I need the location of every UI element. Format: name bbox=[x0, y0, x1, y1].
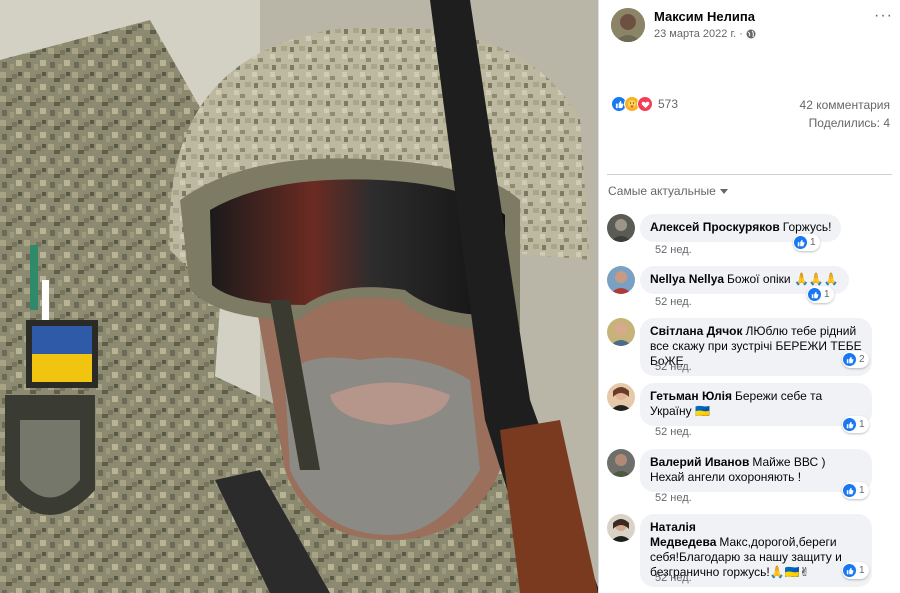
like-icon bbox=[794, 236, 807, 249]
post-header: Максим Нелипа 23 марта 2022 г. · ··· bbox=[611, 8, 893, 42]
comment-reaction-count: 1 bbox=[859, 565, 865, 576]
comment-reaction-count: 1 bbox=[824, 289, 830, 300]
comment-time[interactable]: 52 нед. bbox=[655, 572, 692, 584]
reactions-summary[interactable]: 573 bbox=[611, 96, 678, 112]
comment-author[interactable]: Nellya Nellya bbox=[650, 272, 724, 286]
comment-bubble[interactable]: Валерий Иванов Майже ВВС ) Нехай ангели о… bbox=[640, 449, 872, 492]
post-side-panel: Максим Нелипа 23 марта 2022 г. · ··· 573… bbox=[598, 0, 900, 593]
comment-reactions[interactable]: 1 bbox=[807, 286, 834, 303]
commenter-avatar[interactable] bbox=[607, 318, 635, 346]
like-icon bbox=[843, 484, 856, 497]
commenter-avatar[interactable] bbox=[607, 449, 635, 477]
comment-reactions[interactable]: 1 bbox=[793, 234, 820, 251]
comment-time[interactable]: 52 нед. bbox=[655, 492, 692, 504]
comment-author[interactable]: Валерий Иванов bbox=[650, 455, 749, 469]
comment-author[interactable]: Наталія Медведева bbox=[650, 520, 716, 549]
ukraine-flag-patch bbox=[26, 320, 98, 388]
comment-time[interactable]: 52 нед. bbox=[655, 426, 692, 438]
commenter-avatar[interactable] bbox=[607, 383, 635, 411]
comment-author[interactable]: Світлана Дячок bbox=[650, 324, 743, 338]
like-icon bbox=[808, 288, 821, 301]
post-photo[interactable] bbox=[0, 0, 598, 593]
meta-separator: · bbox=[739, 28, 743, 40]
chevron-down-icon bbox=[719, 189, 728, 194]
comment-author[interactable]: Алексей Проскуряков bbox=[650, 220, 780, 234]
comment-text: Божої опіки 🙏🙏🙏 bbox=[727, 272, 839, 286]
author-name[interactable]: Максим Нелипа bbox=[654, 9, 755, 24]
comments-count[interactable]: 42 комментария bbox=[800, 98, 890, 112]
sort-label: Самые актуальные bbox=[608, 184, 716, 198]
comment-reaction-count: 1 bbox=[859, 419, 865, 430]
comments-sort-dropdown[interactable]: Самые актуальные bbox=[608, 184, 728, 198]
post-date[interactable]: 23 марта 2022 г. bbox=[654, 28, 736, 40]
reaction-count: 573 bbox=[658, 97, 679, 111]
comment-time[interactable]: 52 нед. bbox=[655, 296, 692, 308]
commenter-avatar[interactable] bbox=[607, 514, 635, 542]
comment-reaction-count: 2 bbox=[859, 354, 865, 365]
comment-reaction-count: 1 bbox=[810, 237, 816, 248]
like-icon bbox=[843, 353, 856, 366]
author-avatar[interactable] bbox=[611, 8, 645, 42]
post-meta: 23 марта 2022 г. · bbox=[654, 28, 756, 40]
divider bbox=[607, 174, 892, 175]
commenter-avatar[interactable] bbox=[607, 266, 635, 294]
comment-reactions[interactable]: 1 bbox=[842, 562, 869, 579]
like-icon bbox=[843, 564, 856, 577]
globe-icon bbox=[746, 29, 756, 39]
comment-bubble[interactable]: Гетьман Юлія Бережи себе та Україну 🇺🇦 bbox=[640, 383, 872, 426]
comment-reactions[interactable]: 2 bbox=[842, 351, 869, 368]
comment-author[interactable]: Гетьман Юлія bbox=[650, 389, 732, 403]
soldier-selfie-image bbox=[0, 0, 598, 593]
commenter-avatar[interactable] bbox=[607, 214, 635, 242]
shares-count[interactable]: Поделились: 4 bbox=[809, 116, 890, 130]
comment-time[interactable]: 52 нед. bbox=[655, 361, 692, 373]
comment-time[interactable]: 52 нед. bbox=[655, 244, 692, 256]
comment-text: Горжусь! bbox=[782, 220, 832, 234]
more-icon[interactable]: ··· bbox=[874, 8, 893, 24]
love-icon bbox=[637, 96, 653, 112]
comment-reaction-count: 1 bbox=[859, 485, 865, 496]
like-icon bbox=[843, 418, 856, 431]
comment-reactions[interactable]: 1 bbox=[842, 482, 869, 499]
comment-reactions[interactable]: 1 bbox=[842, 416, 869, 433]
